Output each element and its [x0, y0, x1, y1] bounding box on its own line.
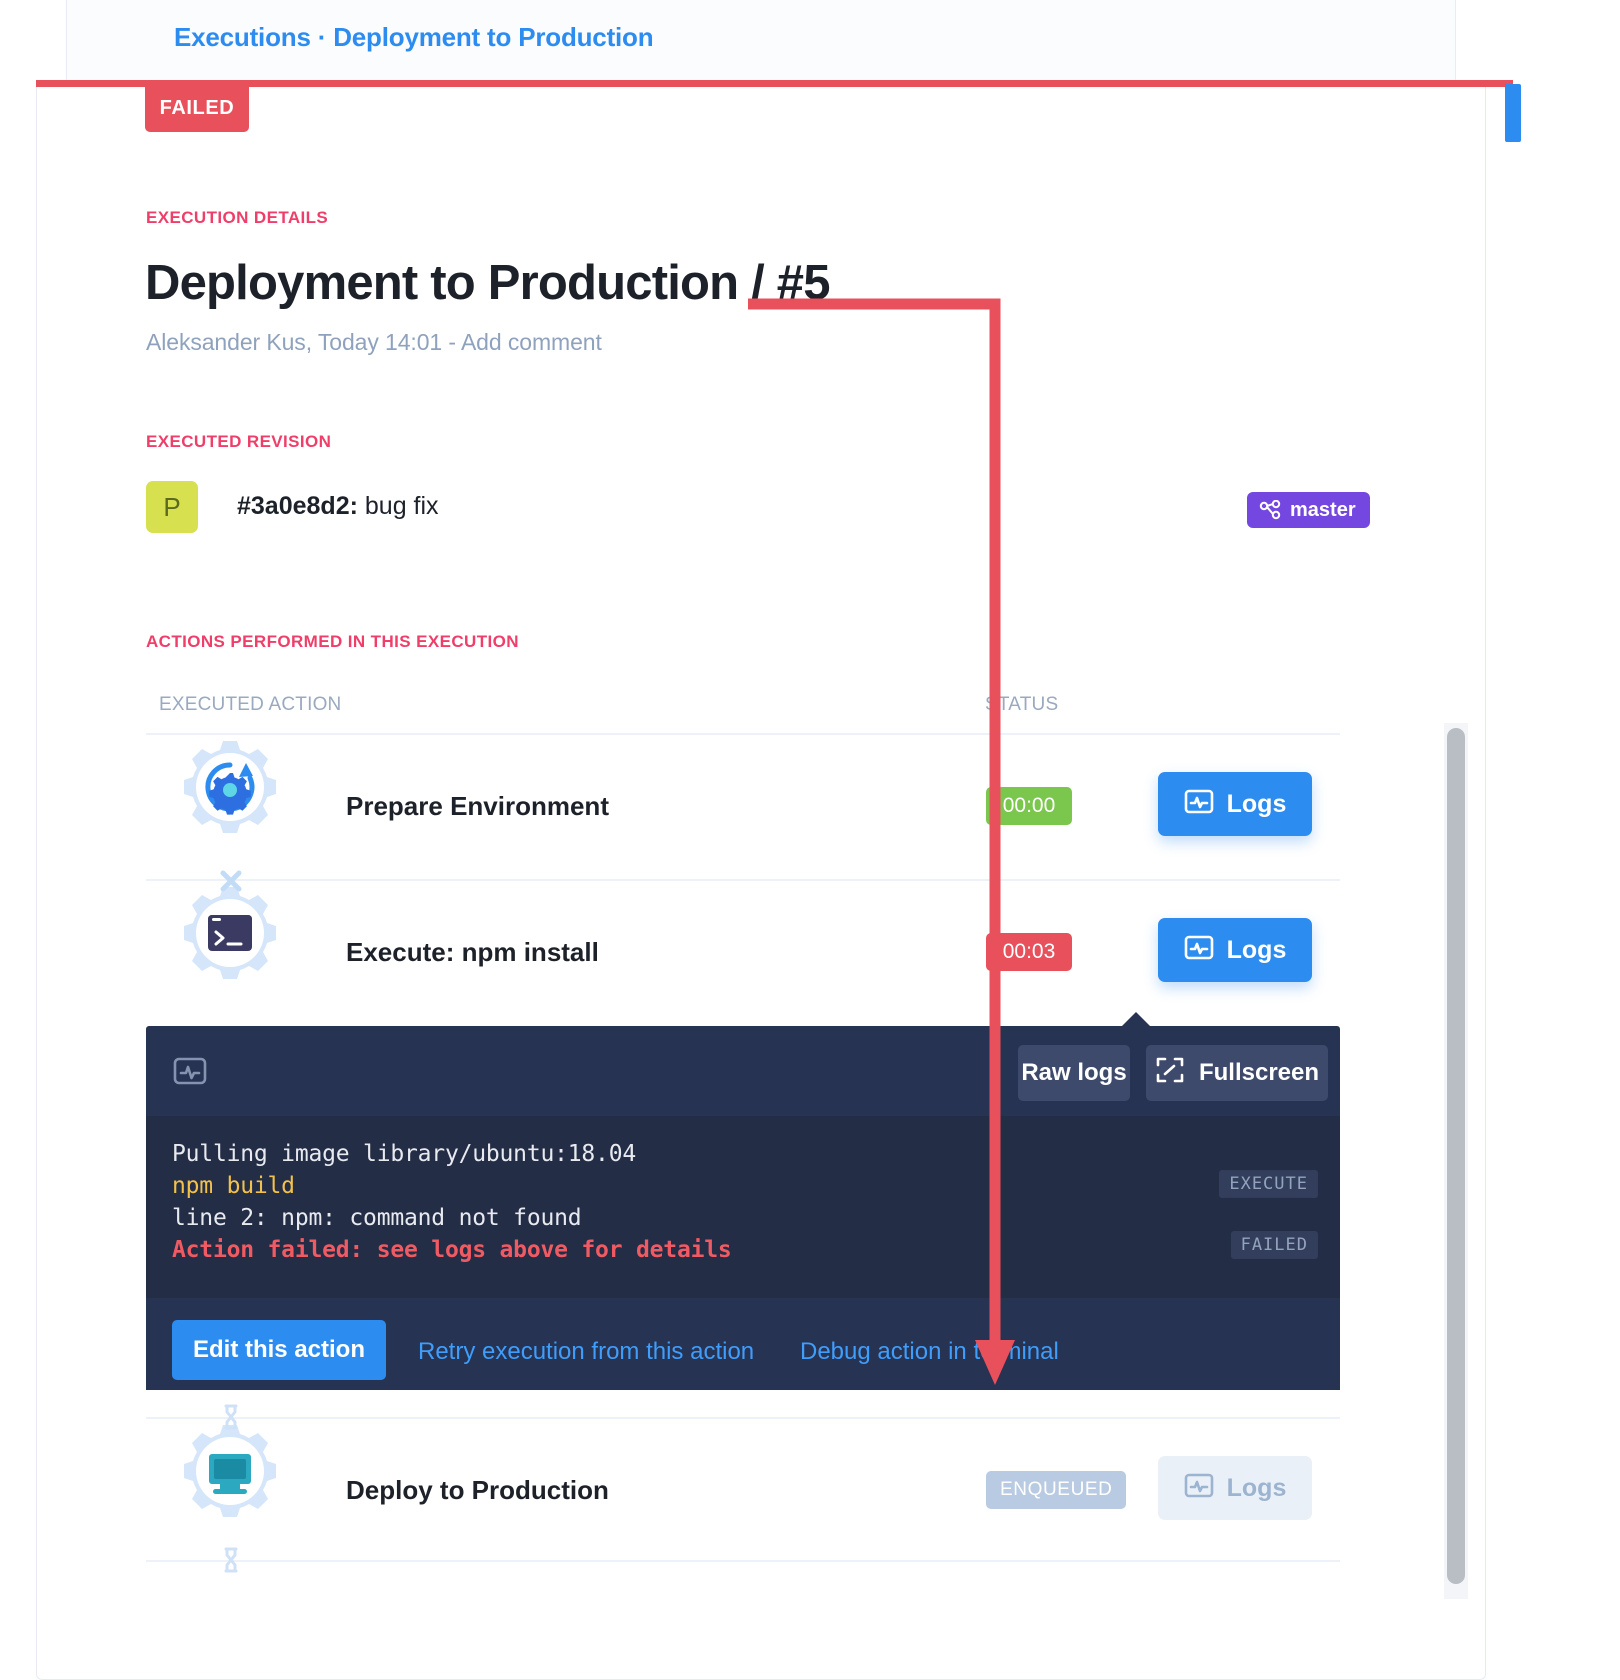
log-panel-header: Raw logs Fullscreen [146, 1026, 1340, 1116]
logs-button-label: Logs [1226, 1473, 1287, 1502]
log-line: Action failed: see logs above for detail… [172, 1237, 732, 1263]
revision-hash: #3a0e8d2: [237, 492, 358, 520]
raw-logs-label: Raw logs [1021, 1059, 1127, 1086]
action-name: Deploy to Production [346, 1475, 609, 1505]
section-label-actions: ACTIONS PERFORMED IN THIS EXECUTION [146, 632, 519, 651]
column-header-action: EXECUTED ACTION [159, 694, 342, 715]
debug-terminal-link[interactable]: Debug action in terminal [800, 1338, 1059, 1366]
execution-details-page: Executions · Deployment to Production FA… [0, 0, 1620, 1680]
action-name: Execute: npm install [346, 937, 599, 967]
revision-text[interactable]: #3a0e8d2: bug fix [237, 492, 439, 521]
status-badge: FAILED [145, 85, 249, 132]
table-row[interactable]: Deploy to Production ENQUEUED Logs [146, 1417, 1340, 1563]
branch-icon [1259, 500, 1281, 520]
log-output[interactable]: Pulling image library/ubuntu:18.04 npm b… [146, 1116, 1340, 1298]
log-tag-execute: EXECUTE [1219, 1170, 1318, 1198]
log-tag-failed: FAILED [1230, 1231, 1318, 1259]
logs-button[interactable]: Logs [1158, 772, 1312, 836]
gear-terminal-icon [178, 881, 282, 985]
column-header-status: STATUS [985, 694, 1059, 715]
page-title: Deployment to Production / #5 [145, 256, 830, 310]
logs-button[interactable]: Logs [1158, 918, 1312, 982]
table-row[interactable]: Execute: npm install 00:03 Logs [146, 879, 1340, 1025]
raw-logs-button[interactable]: Raw logs [1018, 1045, 1130, 1101]
log-line: line 2: npm: command not found [172, 1205, 582, 1231]
edit-action-button[interactable]: Edit this action [172, 1320, 386, 1380]
logs-icon [1184, 934, 1214, 967]
section-label-executed-revision: EXECUTED REVISION [146, 432, 332, 451]
scrollbar-thumb[interactable] [1447, 728, 1465, 1584]
status-badge-time: 00:03 [986, 933, 1072, 971]
action-name: Prepare Environment [346, 791, 609, 821]
status-badge-time: 00:00 [986, 787, 1072, 825]
hourglass-icon [216, 1545, 246, 1575]
log-panel: Raw logs Fullscreen Pulling image librar… [146, 1026, 1340, 1390]
logs-button[interactable]: Logs [1158, 1456, 1312, 1520]
branch-label: master [1290, 498, 1356, 521]
branch-badge[interactable]: master [1247, 492, 1370, 528]
gear-server-icon [178, 1419, 282, 1523]
retry-execution-link[interactable]: Retry execution from this action [418, 1338, 754, 1366]
fullscreen-label: Fullscreen [1198, 1059, 1320, 1086]
fullscreen-button[interactable]: Fullscreen [1146, 1045, 1328, 1101]
logs-button-label: Logs [1226, 789, 1287, 818]
fullscreen-icon [1155, 1056, 1185, 1091]
log-line: Pulling image library/ubuntu:18.04 [172, 1141, 637, 1167]
logs-button-label: Logs [1226, 935, 1287, 964]
annotation-top-rule [36, 80, 1513, 87]
status-badge-time: ENQUEUED [986, 1471, 1127, 1509]
log-line: npm build [172, 1173, 295, 1199]
breadcrumb-card: Executions · Deployment to Production [66, 0, 1456, 84]
x-icon [216, 866, 246, 896]
table-row[interactable]: Prepare Environment 00:00 Logs [146, 733, 1340, 879]
revision-message: bug fix [357, 492, 439, 520]
avatar: P [146, 481, 198, 533]
gear-refresh-icon [178, 735, 282, 839]
breadcrumb[interactable]: Executions · Deployment to Production [174, 22, 654, 53]
annotation-right-marker [1505, 84, 1521, 142]
section-label-execution-details: EXECUTION DETAILS [146, 208, 329, 227]
logs-icon [1184, 788, 1214, 821]
hourglass-icon [216, 1402, 246, 1432]
logs-icon [1184, 1472, 1214, 1505]
logs-icon [173, 1056, 207, 1091]
execution-byline[interactable]: Aleksander Kus, Today 14:01 - Add commen… [146, 329, 602, 356]
log-panel-footer: Edit this action Retry execution from th… [146, 1298, 1340, 1390]
